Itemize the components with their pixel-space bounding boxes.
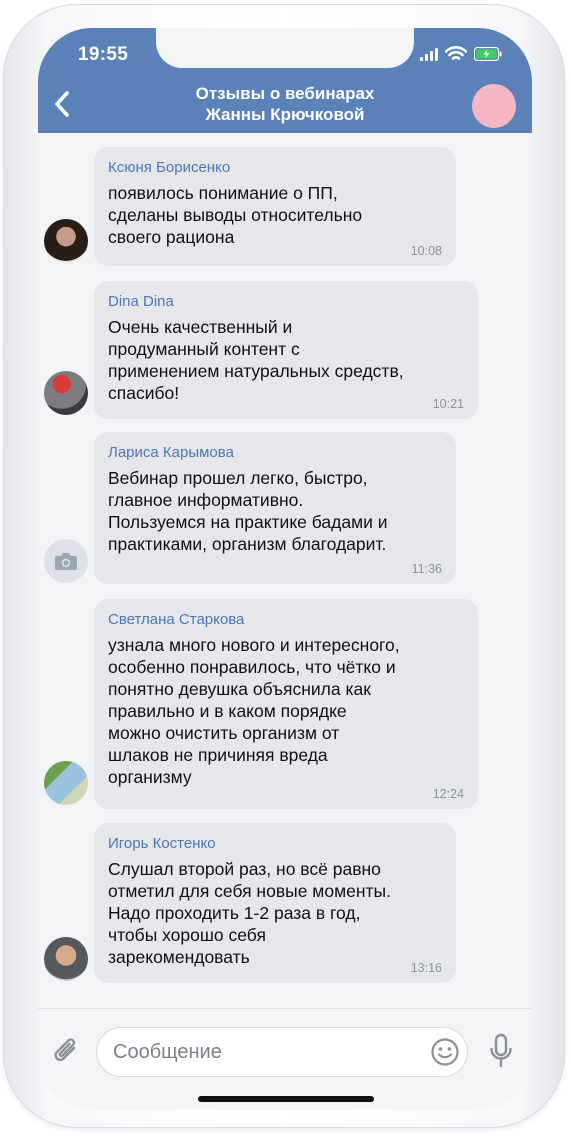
message-time: 10:08 bbox=[410, 244, 442, 258]
camera-icon bbox=[55, 553, 77, 570]
message-sender[interactable]: Лариса Карымова bbox=[108, 443, 442, 463]
message-time: 10:21 bbox=[432, 397, 464, 411]
cellular-signal-icon bbox=[420, 47, 438, 61]
message-bubble[interactable]: Ксюня Борисенко появилось понимание о ПП… bbox=[94, 147, 456, 266]
back-chevron-icon[interactable] bbox=[48, 88, 78, 120]
chat-title-line1: Отзывы о вебинарах bbox=[195, 84, 375, 103]
paperclip-icon[interactable] bbox=[52, 1034, 80, 1068]
message-sender[interactable]: Dina Dina bbox=[108, 292, 464, 312]
message-text: появилось понимание о ПП, сделаны выводы… bbox=[108, 183, 363, 247]
sender-avatar[interactable] bbox=[44, 539, 88, 583]
wifi-icon bbox=[445, 46, 467, 60]
phone-screen: 19:55 Отзывы о вебинарах Жанны Крючковой bbox=[38, 28, 532, 1110]
chat-avatar[interactable] bbox=[472, 84, 516, 128]
message-text: Очень качественный и продуманный контент… bbox=[108, 317, 404, 403]
message-sender[interactable]: Светлана Старкова bbox=[108, 610, 464, 630]
message-bubble[interactable]: Лариса Карымова Вебинар прошел легко, бы… bbox=[94, 432, 456, 584]
microphone-icon[interactable] bbox=[488, 1033, 514, 1069]
sender-avatar[interactable] bbox=[44, 937, 88, 981]
chat-title-line2: Жанны Крючковой bbox=[205, 105, 365, 124]
message-bubble[interactable]: Dina Dina Очень качественный и продуманн… bbox=[94, 281, 478, 419]
sender-avatar[interactable] bbox=[44, 371, 88, 415]
message-text: Слушал второй раз, но всё равно отметил … bbox=[108, 859, 391, 967]
message-sender[interactable]: Ксюня Борисенко bbox=[108, 158, 442, 178]
message-bubble[interactable]: Игорь Костенко Слушал второй раз, но всё… bbox=[94, 823, 456, 983]
battery-charging-icon bbox=[474, 47, 502, 61]
message-sender[interactable]: Игорь Костенко bbox=[108, 834, 442, 854]
message-time: 11:36 bbox=[411, 562, 442, 576]
chat-header: 19:55 Отзывы о вебинарах Жанны Крючковой bbox=[38, 28, 532, 133]
message-text: узнала много нового и интересного, особе… bbox=[108, 635, 400, 787]
status-time: 19:55 bbox=[78, 44, 129, 65]
message-text: Вебинар прошел легко, быстро, главное ин… bbox=[108, 468, 388, 554]
message-input[interactable] bbox=[96, 1027, 468, 1077]
volume-up-button bbox=[3, 249, 8, 344]
message-bubble[interactable]: Светлана Старкова узнала много нового и … bbox=[94, 599, 478, 809]
notch bbox=[156, 28, 414, 68]
home-indicator[interactable] bbox=[198, 1096, 374, 1102]
sender-avatar[interactable] bbox=[44, 761, 88, 805]
message-time: 12:24 bbox=[432, 787, 464, 801]
mute-switch bbox=[3, 164, 8, 214]
chat-title[interactable]: Отзывы о вебинарах Жанны Крючковой bbox=[138, 83, 432, 125]
status-icons bbox=[420, 46, 502, 62]
sender-avatar[interactable] bbox=[44, 219, 88, 263]
message-time: 13:16 bbox=[410, 961, 442, 975]
smile-icon[interactable] bbox=[430, 1037, 460, 1067]
volume-down-button bbox=[3, 359, 8, 454]
composer-bar bbox=[38, 1008, 532, 1110]
